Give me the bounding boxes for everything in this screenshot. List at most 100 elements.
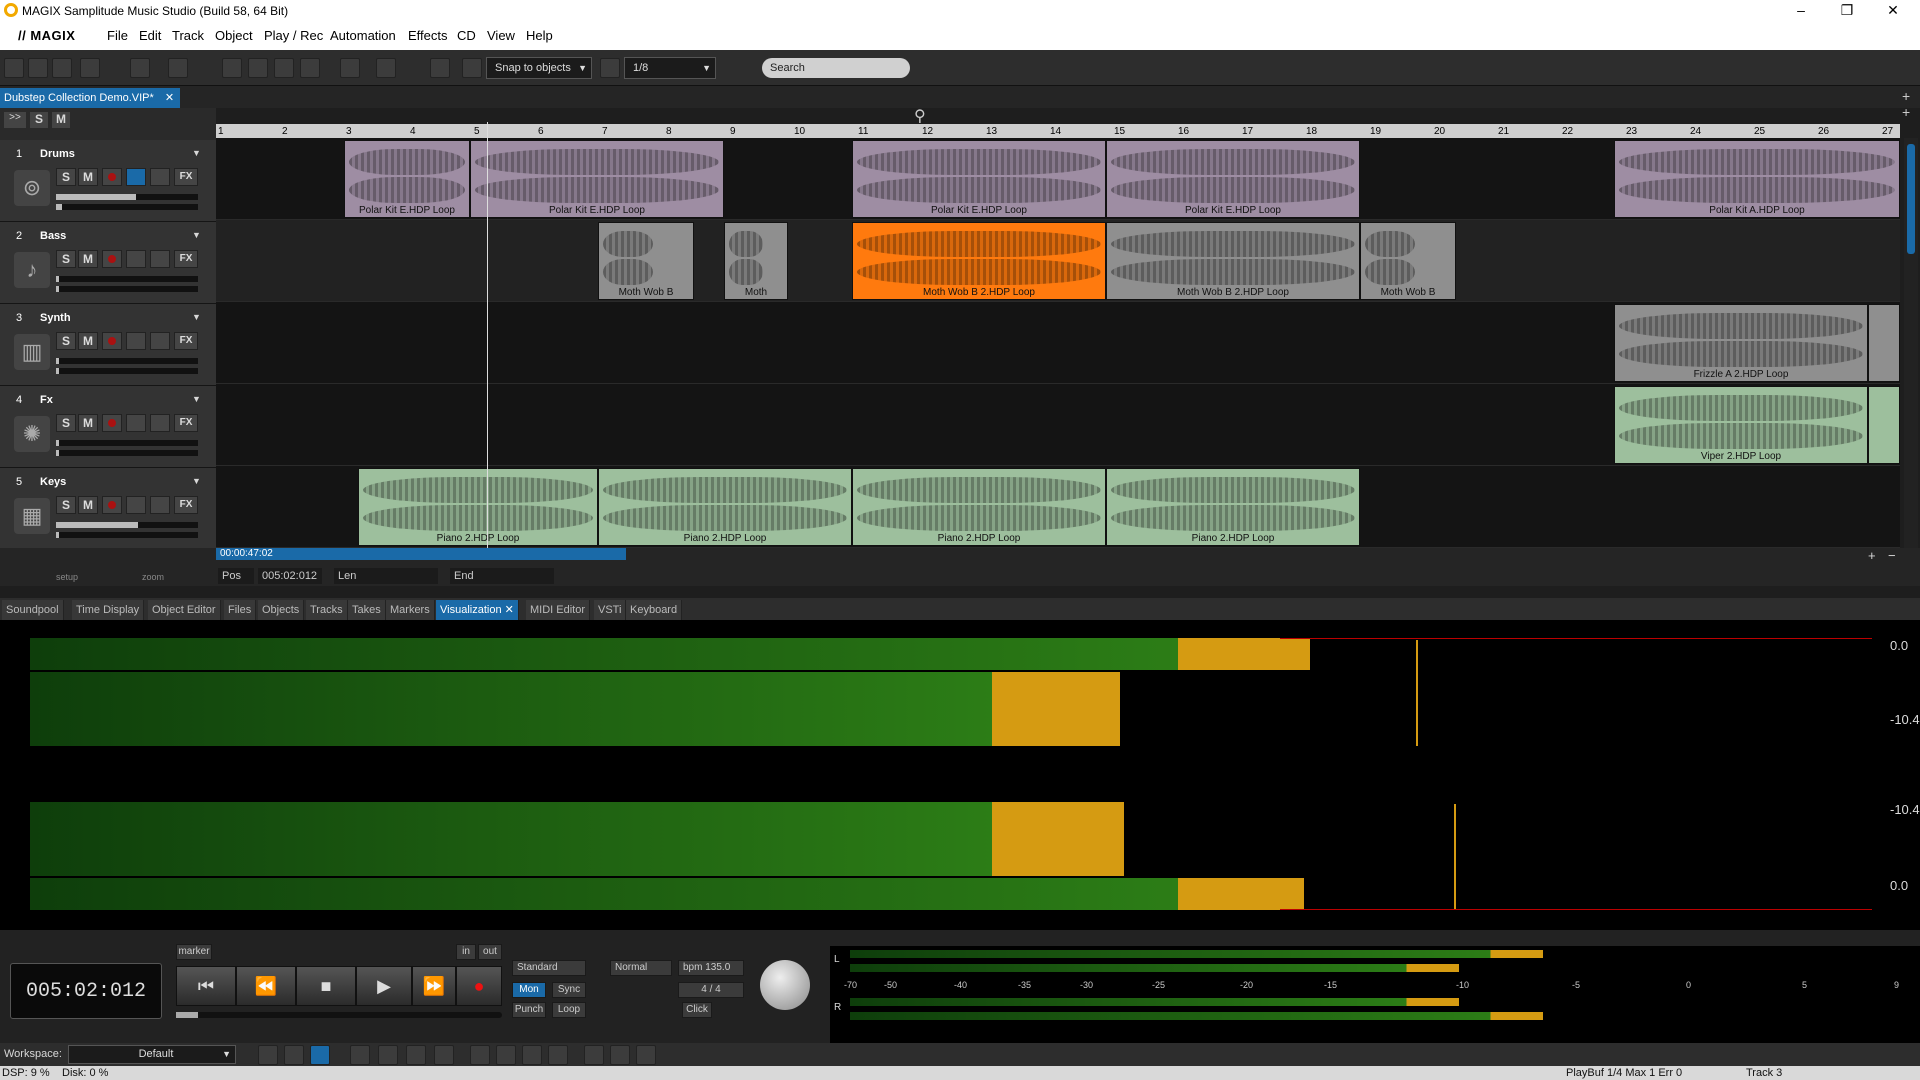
lane-keys[interactable]: Piano 2.HDP Loop Piano 2.HDP Loop Piano … [216,466,1900,548]
lock-button[interactable] [150,168,170,186]
end-field[interactable]: End [450,568,554,584]
audio-clip-selected[interactable]: Moth Wob B 2.HDP Loop [852,222,1106,300]
record-button[interactable]: ● [456,966,502,1006]
solo-button[interactable]: S [56,332,76,350]
arrange-window[interactable]: Polar Kit E.HDP Loop Polar Kit E.HDP Loo… [216,138,1900,548]
lane-drums[interactable]: Polar Kit E.HDP Loop Polar Kit E.HDP Loo… [216,138,1900,220]
audio-clip[interactable]: Polar Kit A.HDP Loop [1614,140,1900,218]
monitor-button[interactable] [126,414,146,432]
new-file-icon[interactable] [4,58,24,78]
open-folder-icon[interactable] [28,58,48,78]
grid-resolution-select[interactable]: 1/8 ▼ [624,57,716,79]
track-name[interactable]: Synth [40,312,71,324]
track-menu-arrow-icon[interactable]: ▼ [192,312,201,322]
tab-markers[interactable]: Markers [386,600,435,620]
lock-button[interactable] [150,250,170,268]
mouse-mode-icon[interactable] [130,58,150,78]
track-menu-arrow-icon[interactable]: ▼ [192,394,201,404]
marker-tool-icon[interactable] [636,1045,656,1065]
vertical-scrollbar[interactable] [1904,138,1918,548]
pan-fader[interactable] [56,450,198,456]
audio-clip[interactable]: Moth [724,222,788,300]
solo-button[interactable]: S [56,496,76,514]
menu-view[interactable]: View [487,28,515,43]
close-tab-icon[interactable]: ✕ [505,604,514,616]
punch-toggle[interactable]: Punch [512,1002,546,1018]
audio-clip[interactable]: Frizzle A 2.HDP Loop [1614,304,1868,382]
audio-clip[interactable] [1868,386,1900,464]
monitor-button[interactable] [126,168,146,186]
fx-button[interactable]: FX [174,250,198,268]
time-signature-field[interactable]: 4 / 4 [678,982,744,998]
pan-fader[interactable] [56,368,198,374]
audio-clip[interactable]: Polar Kit E.HDP Loop [344,140,470,218]
tool-icon[interactable] [406,1045,426,1065]
search-input[interactable]: Search [762,58,910,78]
tab-time-display[interactable]: Time Display [72,600,145,620]
lock-button[interactable] [150,332,170,350]
tab-objects[interactable]: Objects [258,600,305,620]
save-icon[interactable] [80,58,100,78]
mute-button[interactable]: M [78,332,98,350]
jog-wheel[interactable] [760,960,810,1010]
track-menu-arrow-icon[interactable]: ▼ [192,148,201,158]
redo-icon[interactable] [376,58,396,78]
track-menu-arrow-icon[interactable]: ▼ [192,230,201,240]
pan-fader[interactable] [56,532,198,538]
menu-help[interactable]: Help [526,28,553,43]
audio-clip[interactable]: Polar Kit E.HDP Loop [470,140,724,218]
list-icon[interactable] [274,58,294,78]
global-mute-button[interactable]: M [52,112,70,128]
out-marker-button[interactable]: out [478,944,502,960]
record-arm-button[interactable] [102,250,122,268]
tab-object-editor[interactable]: Object Editor [148,600,221,620]
track-header-keys[interactable]: 5 Keys ▼ ▦ S M FX [0,468,216,550]
play-button[interactable]: ▶ [356,966,412,1006]
lane-bass[interactable]: Moth Wob B Moth Moth Wob B 2.HDP Loop Mo… [216,220,1900,302]
menu-object[interactable]: Object [215,28,253,43]
fast-forward-button[interactable]: ⏩ [412,966,456,1006]
add-track-icon[interactable]: + [1902,88,1910,104]
solo-button[interactable]: S [56,250,76,268]
global-solo-button[interactable]: S [30,112,48,128]
record-arm-button[interactable] [102,168,122,186]
audio-clip[interactable]: Polar Kit E.HDP Loop [852,140,1106,218]
audio-clip[interactable]: Piano 2.HDP Loop [1106,468,1360,546]
track-name[interactable]: Keys [40,476,66,488]
arranger-icon[interactable] [310,1045,330,1065]
menu-play-rec[interactable]: Play / Rec [264,28,323,43]
monitor-button[interactable] [126,496,146,514]
zoom-magnifier-icon[interactable] [600,58,620,78]
tab-files[interactable]: Files [224,600,257,620]
mute-button[interactable]: M [78,414,98,432]
cut-icon[interactable] [222,58,242,78]
click-toggle[interactable]: Click [682,1002,712,1018]
track-name[interactable]: Fx [40,394,53,406]
split-icon[interactable] [248,58,268,78]
mute-button[interactable]: M [78,250,98,268]
mute-button[interactable]: M [78,496,98,514]
grid-icon[interactable] [462,58,482,78]
audio-clip[interactable]: Polar Kit E.HDP Loop [1106,140,1360,218]
monitor-button[interactable] [126,250,146,268]
tab-visualization[interactable]: Visualization ✕ [436,600,519,620]
menu-cd[interactable]: CD [457,28,476,43]
range-tool-icon[interactable] [168,58,188,78]
transport-tool-icon[interactable] [470,1045,490,1065]
fx-button[interactable]: FX [174,332,198,350]
sync-toggle[interactable]: Sync [552,982,586,998]
audio-clip[interactable]: Moth Wob B 2.HDP Loop [1106,222,1360,300]
tool-icon[interactable] [434,1045,454,1065]
rewind-button[interactable]: ⏪ [236,966,296,1006]
menu-file[interactable]: File [107,28,128,43]
record-arm-button[interactable] [102,496,122,514]
volume-fader[interactable] [56,440,198,446]
tab-tracks[interactable]: Tracks [306,600,348,620]
lock-button[interactable] [150,414,170,432]
tab-takes[interactable]: Takes [348,600,386,620]
record-arm-button[interactable] [102,414,122,432]
stop-button[interactable]: ■ [296,966,356,1006]
playback-cursor[interactable] [487,122,488,550]
zoom-in-icon[interactable]: + [1868,548,1876,563]
undo-icon[interactable] [340,58,360,78]
